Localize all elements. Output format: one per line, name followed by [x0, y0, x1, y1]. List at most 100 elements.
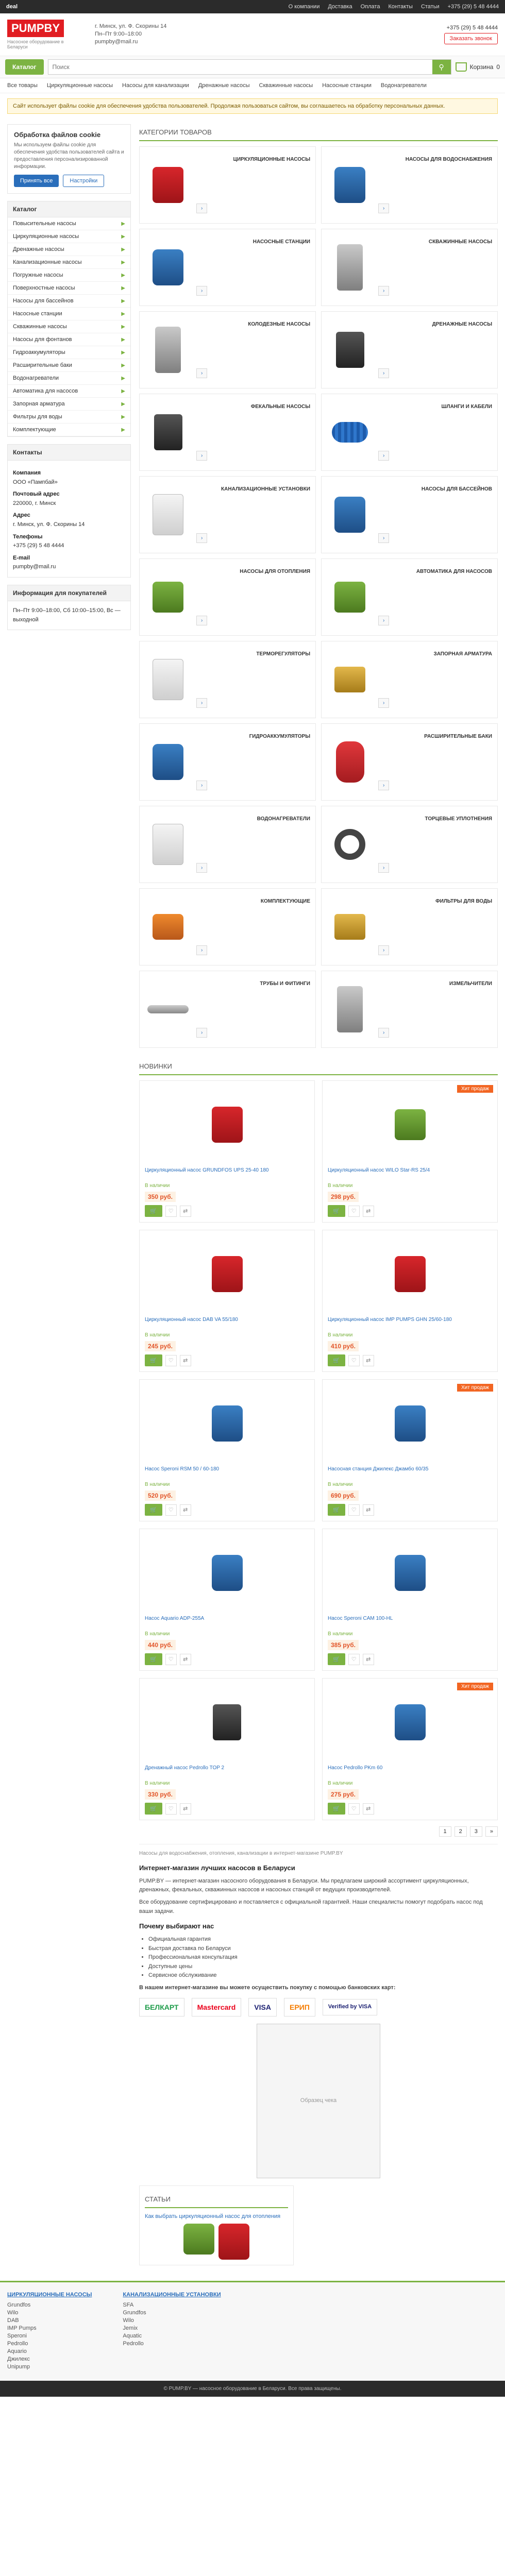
compare-icon[interactable]: ⇄ [362, 1205, 374, 1217]
buy-button[interactable]: 🛒 [328, 1653, 345, 1665]
product-name[interactable]: Циркуляционный насос WILO Star-RS 25/4 [328, 1167, 492, 1181]
buy-button[interactable]: 🛒 [328, 1504, 345, 1516]
buy-button[interactable]: 🛒 [145, 1653, 162, 1665]
category-go-button[interactable]: › [196, 451, 208, 461]
product-image[interactable] [328, 1086, 492, 1163]
category-image[interactable] [327, 651, 373, 708]
wishlist-icon[interactable]: ♡ [348, 1205, 360, 1217]
sidebar-category-item[interactable]: Циркуляционные насосы ▶ [8, 230, 130, 243]
category-card[interactable]: Гидроаккумуляторы › [139, 723, 316, 801]
category-go-button[interactable]: › [196, 616, 208, 625]
category-card[interactable]: Канализационные установки › [139, 476, 316, 553]
category-card[interactable]: Фекальные насосы › [139, 394, 316, 471]
product-name[interactable]: Насосная станция Джилекс Джамбо 60/35 [328, 1466, 492, 1480]
category-card[interactable]: Комплектующие › [139, 888, 316, 965]
product-name[interactable]: Насос Aquario ADP-255A [145, 1616, 309, 1629]
category-card[interactable]: Циркуляционные насосы › [139, 146, 316, 224]
category-card[interactable]: Автоматика для насосов › [321, 558, 498, 636]
footer-link[interactable]: IMP Pumps [7, 2325, 92, 2331]
pagination-link[interactable]: 1 [439, 1826, 451, 1837]
footer-link[interactable]: Grundfos [7, 2302, 92, 2308]
category-name[interactable]: Насосы для отопления [196, 569, 310, 574]
compare-icon[interactable]: ⇄ [179, 1504, 191, 1516]
brand-logo[interactable]: PUMPBY [7, 20, 64, 37]
site-logo-mini[interactable]: deal [6, 4, 18, 10]
sidebar-category-item[interactable]: Скважинные насосы ▶ [8, 320, 130, 333]
category-image[interactable] [145, 404, 191, 461]
category-image[interactable] [145, 569, 191, 625]
category-name[interactable]: Насосы для бассейнов [378, 486, 492, 492]
category-image[interactable] [145, 816, 191, 873]
compare-icon[interactable]: ⇄ [362, 1354, 374, 1366]
category-go-button[interactable]: › [378, 945, 390, 955]
category-card[interactable]: Терморегуляторы › [139, 641, 316, 718]
callback-button[interactable]: Заказать звонок [444, 33, 498, 44]
footer-col-1-title[interactable]: Циркуляционные насосы [7, 2292, 92, 2298]
top-phone[interactable]: +375 (29) 5 48 4444 [448, 4, 499, 10]
news-item[interactable]: Как выбрать циркуляционный насос для ото… [145, 2213, 288, 2219]
category-image[interactable] [327, 486, 373, 543]
category-card[interactable]: Насосы для водоснабжения › [321, 146, 498, 224]
category-image[interactable] [145, 486, 191, 543]
sidebar-category-item[interactable]: Насосы для фонтанов ▶ [8, 333, 130, 346]
category-card[interactable]: Водонагреватели › [139, 806, 316, 883]
category-card[interactable]: Дренажные насосы › [321, 311, 498, 388]
buy-button[interactable]: 🛒 [328, 1205, 345, 1217]
category-name[interactable]: Измельчители [378, 981, 492, 987]
category-go-button[interactable]: › [196, 286, 208, 296]
product-image[interactable] [145, 1235, 309, 1313]
category-image[interactable] [327, 569, 373, 625]
category-image[interactable] [327, 899, 373, 955]
compare-icon[interactable]: ⇄ [179, 1205, 191, 1217]
footer-link[interactable]: Wilo [7, 2310, 92, 2316]
menu-item-borehole[interactable]: Скважинные насосы [259, 82, 313, 89]
menu-item-heaters[interactable]: Водонагреватели [381, 82, 427, 89]
footer-link[interactable]: DAB [7, 2317, 92, 2324]
category-card[interactable]: Фильтры для воды › [321, 888, 498, 965]
product-image[interactable] [328, 1684, 492, 1761]
sidebar-category-item[interactable]: Повысительные насосы ▶ [8, 217, 130, 230]
category-image[interactable] [145, 899, 191, 955]
category-image[interactable] [327, 981, 373, 1038]
footer-link[interactable]: Unipump [7, 2364, 92, 2370]
wishlist-icon[interactable]: ♡ [348, 1504, 360, 1516]
category-card[interactable]: Насосные станции › [139, 229, 316, 306]
sidebar-category-item[interactable]: Канализационные насосы ▶ [8, 256, 130, 269]
category-image[interactable] [327, 816, 373, 873]
compare-icon[interactable]: ⇄ [362, 1803, 374, 1815]
category-image[interactable] [327, 239, 373, 296]
category-go-button[interactable]: › [378, 863, 390, 873]
product-name[interactable]: Циркуляционный насос IMP PUMPS GHN 25/60… [328, 1317, 492, 1330]
category-go-button[interactable]: › [196, 863, 208, 873]
category-name[interactable]: Торцевые уплотнения [378, 816, 492, 822]
category-go-button[interactable]: › [378, 533, 390, 543]
pagination-link[interactable]: 3 [469, 1826, 482, 1837]
product-image[interactable] [145, 1684, 309, 1761]
compare-icon[interactable]: ⇄ [362, 1504, 374, 1516]
category-card[interactable]: Шланги и кабели › [321, 394, 498, 471]
pagination-link[interactable]: » [485, 1826, 498, 1837]
category-card[interactable]: Расширительные баки › [321, 723, 498, 801]
footer-link[interactable]: Джилекс [7, 2356, 92, 2362]
footer-link[interactable]: Pedrollo [7, 2341, 92, 2347]
product-image[interactable] [328, 1385, 492, 1462]
top-link-articles[interactable]: Статьи [421, 4, 440, 10]
wishlist-icon[interactable]: ♡ [165, 1354, 177, 1366]
sidebar-category-item[interactable]: Гидроаккумуляторы ▶ [8, 346, 130, 359]
category-go-button[interactable]: › [196, 1028, 208, 1038]
category-name[interactable]: Гидроаккумуляторы [196, 734, 310, 739]
category-name[interactable]: Фекальные насосы [196, 404, 310, 410]
category-name[interactable]: Дренажные насосы [378, 321, 492, 327]
compare-icon[interactable]: ⇄ [362, 1653, 374, 1665]
footer-link[interactable]: Aquario [7, 2348, 92, 2354]
wishlist-icon[interactable]: ♡ [348, 1354, 360, 1366]
footer-link[interactable]: Wilo [123, 2317, 221, 2324]
footer-link[interactable]: Speroni [7, 2333, 92, 2339]
category-go-button[interactable]: › [378, 1028, 390, 1038]
sidebar-category-item[interactable]: Дренажные насосы ▶ [8, 243, 130, 256]
category-name[interactable]: Канализационные установки [196, 486, 310, 492]
footer-link[interactable]: SFA [123, 2302, 221, 2308]
sidebar-category-item[interactable]: Водонагреватели ▶ [8, 372, 130, 385]
menu-item-stations[interactable]: Насосные станции [322, 82, 372, 89]
category-image[interactable] [327, 157, 373, 213]
